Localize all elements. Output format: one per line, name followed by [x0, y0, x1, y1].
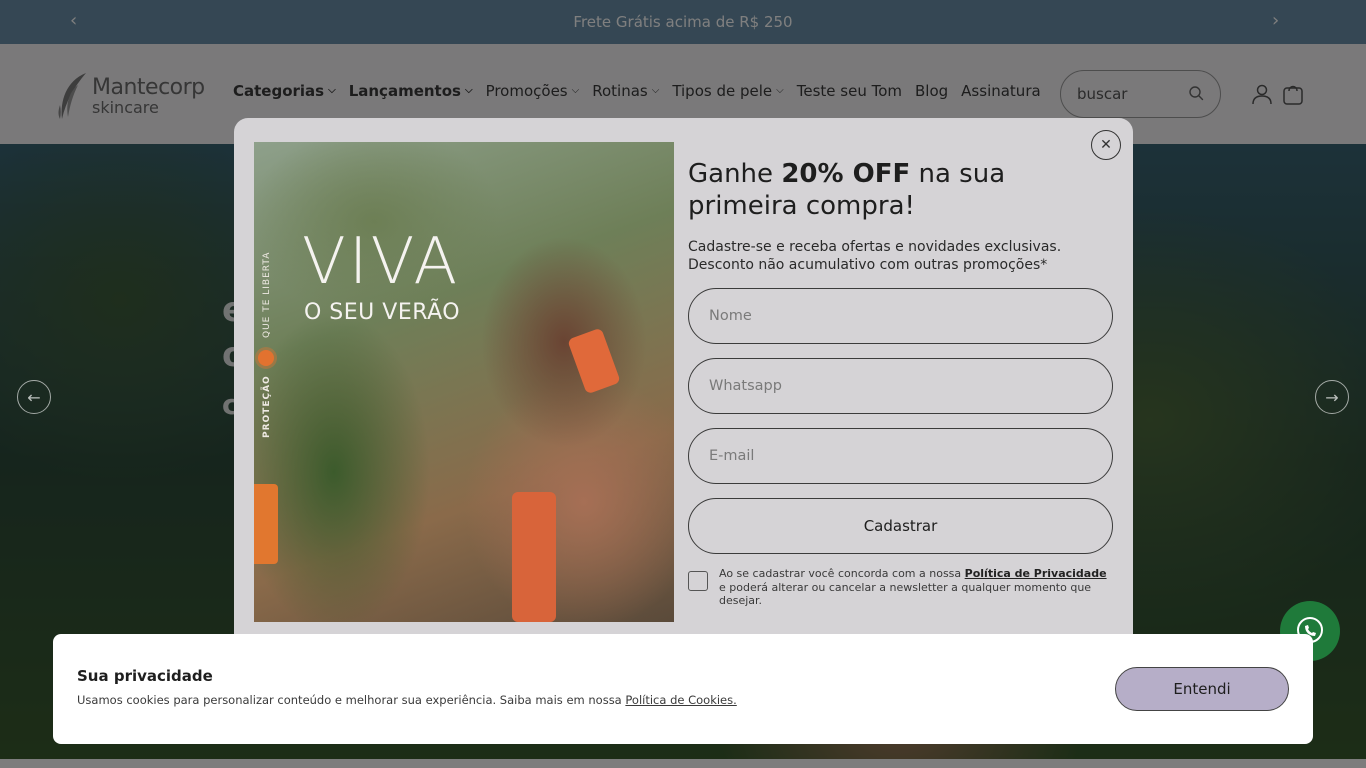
modal-subtext: Cadastre-se e receba ofertas e novidades… [688, 238, 1108, 274]
carousel-next-arrow-icon[interactable]: → [1315, 380, 1349, 414]
product-stick [567, 327, 621, 395]
entendi-button[interactable]: Entendi [1115, 667, 1289, 711]
cadastrar-button[interactable]: Cadastrar [688, 498, 1113, 554]
whatsapp-placeholder: Whatsapp [709, 378, 782, 394]
email-placeholder: E-mail [709, 448, 755, 464]
cookie-title: Sua privacidade [77, 667, 213, 685]
carousel-prev-arrow-icon[interactable]: ← [17, 380, 51, 414]
cookie-text: Usamos cookies para personalizar conteúd… [77, 693, 737, 707]
product-bottle [512, 492, 556, 622]
promo-title: VIVA [302, 225, 461, 299]
name-field[interactable]: Nome [688, 288, 1113, 344]
modal-headline: Ganhe 20% OFF na sua primeira compra! [688, 158, 1108, 222]
subtext-line-2: Desconto não acumulativo com outras prom… [688, 257, 1048, 273]
promo-subtitle: O SEU VERÃO [304, 300, 461, 325]
promo-orange-strip [254, 484, 278, 564]
promo-image: VIVA O SEU VERÃO QUE TE LIBERTA PROTEÇÃO [254, 142, 674, 622]
page-bottom-strip [0, 759, 1366, 768]
privacy-policy-link[interactable]: Política de Privacidade [965, 567, 1107, 580]
cookie-text-body: Usamos cookies para personalizar conteúd… [77, 693, 626, 707]
cookie-policy-link[interactable]: Política de Cookies. [625, 693, 736, 707]
email-field[interactable]: E-mail [688, 428, 1113, 484]
consent-post: e poderá alterar ou cancelar a newslette… [719, 580, 1092, 608]
newsletter-modal: VIVA O SEU VERÃO QUE TE LIBERTA PROTEÇÃO… [234, 118, 1133, 658]
headline-bold: 20% OFF [781, 159, 911, 189]
close-icon[interactable]: ✕ [1091, 130, 1121, 160]
consent-checkbox[interactable] [688, 571, 708, 591]
consent-text: Ao se cadastrar você concorda com a noss… [719, 567, 1109, 608]
name-placeholder: Nome [709, 308, 752, 324]
subtext-line-1: Cadastre-se e receba ofertas e novidades… [688, 239, 1062, 255]
consent-pre: Ao se cadastrar você concorda com a noss… [719, 567, 965, 580]
promo-tag-bottom: PROTEÇÃO [262, 375, 272, 438]
cookie-banner: Sua privacidade Usamos cookies para pers… [53, 634, 1313, 744]
whatsapp-field[interactable]: Whatsapp [688, 358, 1113, 414]
promo-tag-top: QUE TE LIBERTA [262, 251, 272, 338]
sun-icon [258, 350, 274, 366]
headline-pre: Ganhe [688, 159, 782, 189]
